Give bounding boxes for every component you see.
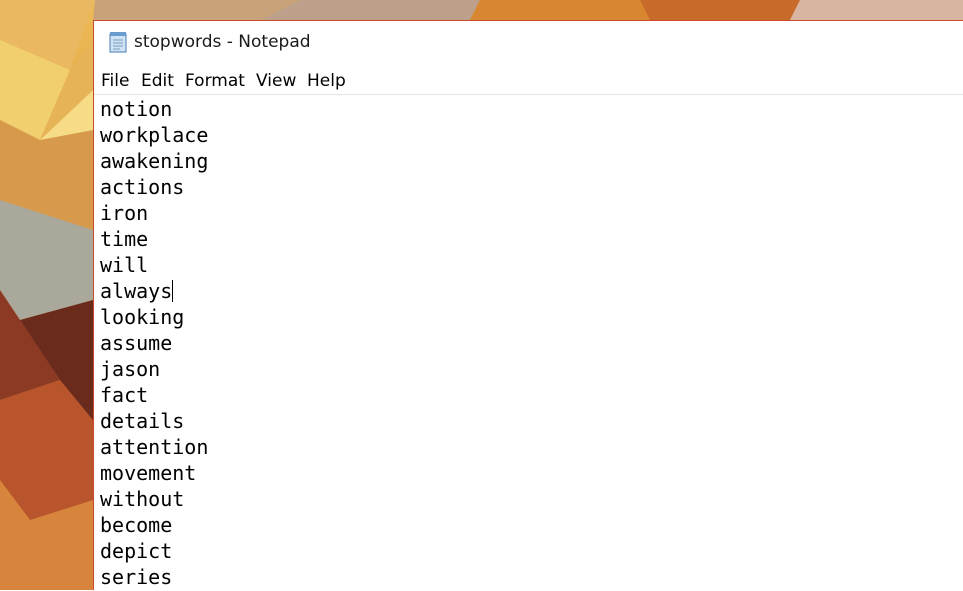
- menu-help[interactable]: Help: [307, 71, 346, 91]
- text-line-content: iron: [100, 201, 149, 225]
- text-line: will: [100, 252, 208, 278]
- title-bar[interactable]: stopwords - Notepad: [94, 21, 963, 67]
- menu-edit[interactable]: Edit: [141, 71, 174, 91]
- text-line: movement: [100, 460, 208, 486]
- text-line: awakening: [100, 148, 208, 174]
- text-line-content: details: [100, 409, 185, 433]
- text-line: depict: [100, 538, 208, 564]
- text-line-content: become: [100, 513, 173, 537]
- text-line: attention: [100, 434, 208, 460]
- text-line: fact: [100, 382, 208, 408]
- text-line-content: series: [100, 565, 173, 589]
- text-line-content: depict: [100, 539, 173, 563]
- text-line-content: fact: [100, 383, 149, 407]
- text-line: always: [100, 278, 208, 304]
- text-line-content: actions: [100, 175, 185, 199]
- menu-bar: File Edit Format View Help: [94, 67, 963, 95]
- text-line: workplace: [100, 122, 208, 148]
- text-line-content: notion: [100, 97, 173, 121]
- text-line-content: jason: [100, 357, 161, 381]
- text-line: looking: [100, 304, 208, 330]
- text-line-content: always: [100, 279, 173, 303]
- text-line: jason: [100, 356, 208, 382]
- menu-format[interactable]: Format: [185, 71, 245, 91]
- text-line-content: attention: [100, 435, 209, 459]
- text-line: time: [100, 226, 208, 252]
- text-line: series: [100, 564, 208, 590]
- text-line: actions: [100, 174, 208, 200]
- text-line: notion: [100, 96, 208, 122]
- text-line-content: without: [100, 487, 185, 511]
- menu-file[interactable]: File: [101, 71, 129, 91]
- text-line-content: workplace: [100, 123, 209, 147]
- text-line-content: time: [100, 227, 149, 251]
- text-caret: [172, 280, 174, 302]
- notepad-window: stopwords - Notepad File Edit Format Vie…: [93, 20, 963, 590]
- text-lines: notion workplace awakening actions iron time w…: [100, 96, 208, 590]
- text-line-content: assume: [100, 331, 173, 355]
- text-line-content: will: [100, 253, 149, 277]
- text-editor[interactable]: notion workplace awakening actions iron time w…: [94, 96, 963, 591]
- text-line-content: looking: [100, 305, 185, 329]
- notepad-icon: [109, 32, 127, 53]
- text-line-content: awakening: [100, 149, 209, 173]
- text-line: details: [100, 408, 208, 434]
- text-line: iron: [100, 200, 208, 226]
- menu-view[interactable]: View: [256, 71, 296, 91]
- text-line: become: [100, 512, 208, 538]
- text-line-content: movement: [100, 461, 197, 485]
- text-line: assume: [100, 330, 208, 356]
- window-title: stopwords - Notepad: [134, 32, 311, 52]
- text-line: without: [100, 486, 208, 512]
